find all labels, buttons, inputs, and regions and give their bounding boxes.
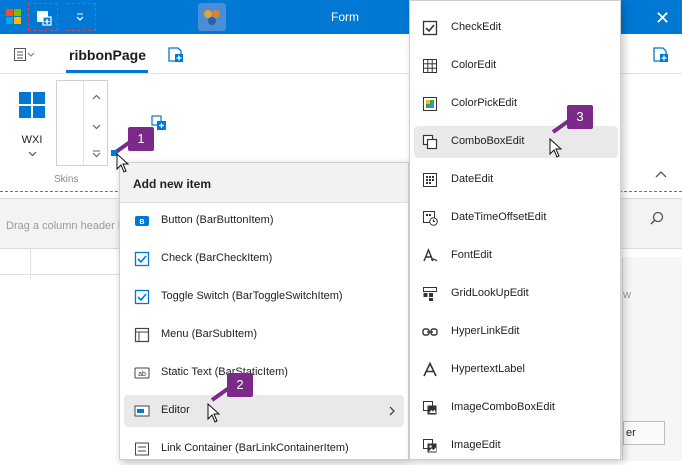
editor-submenu: CheckEdit ColorEdit ColorPickEdit ComboB… xyxy=(409,0,621,460)
gallery-scrollbar[interactable] xyxy=(83,81,108,165)
submenu-item-imageedit[interactable]: ImageEdit xyxy=(414,430,618,462)
submenu-item-checkedit[interactable]: CheckEdit xyxy=(414,12,618,44)
color-grid-icon xyxy=(422,58,438,74)
search-icon[interactable] xyxy=(650,211,664,228)
menu-item-label: Button (BarButtonItem) xyxy=(161,214,274,226)
window-title: Form xyxy=(331,10,359,24)
skin-button[interactable]: WXI xyxy=(10,88,54,158)
button-icon: B xyxy=(134,213,150,229)
checkbox-icon xyxy=(422,20,438,36)
menu-item-link-container[interactable]: Link Container (BarLinkContainerItem) xyxy=(124,433,404,465)
quick-access-add-button[interactable] xyxy=(28,3,58,31)
menu-item-label: Toggle Switch (BarToggleSwitchItem) xyxy=(161,290,343,302)
submenu-item-label: DateEdit xyxy=(451,173,494,185)
side-panel: w er xyxy=(622,257,682,461)
editor-icon xyxy=(134,403,150,419)
quick-access-customize-button[interactable] xyxy=(66,3,96,31)
svg-text:ab: ab xyxy=(138,371,146,378)
submenu-item-comboboxedit[interactable]: ComboBoxEdit xyxy=(414,126,618,158)
hypertext-icon xyxy=(422,361,438,378)
menu-header: Add new item xyxy=(120,163,408,203)
side-panel-button[interactable]: er xyxy=(623,421,665,445)
submenu-item-label: CheckEdit xyxy=(451,21,502,33)
submenu-item-label: ImageComboBoxEdit xyxy=(451,401,555,413)
image-combobox-icon xyxy=(422,400,438,416)
submenu-item-label: HypertextLabel xyxy=(451,363,525,375)
mouse-cursor-icon xyxy=(116,152,130,173)
group-panel-hint: Drag a column header h xyxy=(6,220,125,232)
active-tab-indicator xyxy=(66,70,148,73)
side-panel-text: w xyxy=(623,289,631,301)
submenu-item-label: DateTimeOffsetEdit xyxy=(451,211,547,223)
menu-item-label: Menu (BarSubItem) xyxy=(161,328,257,340)
calendar-icon xyxy=(422,172,438,188)
submenu-item-label: ComboBoxEdit xyxy=(451,135,525,147)
add-page-right-icon[interactable] xyxy=(652,46,670,64)
menu-header-label: Add new item xyxy=(133,177,212,191)
submenu-icon xyxy=(134,327,150,343)
submenu-item-label: ImageEdit xyxy=(451,439,501,451)
scroll-down-icon[interactable] xyxy=(92,121,101,133)
windows-logo-icon xyxy=(19,92,45,121)
callout-badge-1: 1 xyxy=(128,127,154,151)
image-icon xyxy=(422,438,438,454)
checkbox-icon xyxy=(134,289,150,305)
submenu-item-hyperlinkedit[interactable]: HyperLinkEdit xyxy=(414,316,618,348)
submenu-item-label: ColorPickEdit xyxy=(451,97,518,109)
chevron-down-icon xyxy=(28,148,37,160)
scroll-up-icon[interactable] xyxy=(92,91,101,103)
add-page-icon[interactable] xyxy=(167,46,185,64)
combobox-icon xyxy=(422,134,438,150)
menu-item-label: Editor xyxy=(161,404,190,416)
designer-smart-tag-icon[interactable] xyxy=(198,3,226,31)
checkbox-icon xyxy=(134,251,150,267)
menu-item-label: Static Text (BarStaticItem) xyxy=(161,366,288,378)
submenu-item-imagecomboboxedit[interactable]: ImageComboBoxEdit xyxy=(414,392,618,424)
menu-item-editor[interactable]: Editor xyxy=(124,395,404,427)
svg-text:B: B xyxy=(139,219,144,226)
app-logo-icon xyxy=(6,9,22,25)
color-pick-icon xyxy=(422,96,438,112)
gallery-expand-icon[interactable] xyxy=(92,149,101,161)
submenu-item-datetimeoffsetedit[interactable]: DateTimeOffsetEdit xyxy=(414,202,618,234)
callout-badge-2: 2 xyxy=(227,373,253,397)
mouse-cursor-icon xyxy=(549,137,563,158)
static-text-icon: ab xyxy=(134,365,150,381)
submenu-item-coloredit[interactable]: ColorEdit xyxy=(414,50,618,82)
font-icon xyxy=(422,248,438,264)
close-icon[interactable]: ✕ xyxy=(655,8,670,29)
calendar-clock-icon xyxy=(422,210,438,226)
callout-badge-3: 3 xyxy=(567,105,593,129)
column-divider xyxy=(30,249,31,279)
menu-item-label: Link Container (BarLinkContainerItem) xyxy=(161,442,349,454)
submenu-item-label: GridLookUpEdit xyxy=(451,287,529,299)
submenu-item-dateedit[interactable]: DateEdit xyxy=(414,164,618,196)
app-menu-icon[interactable] xyxy=(14,48,36,62)
collapse-ribbon-icon[interactable] xyxy=(655,169,667,181)
hyperlink-icon xyxy=(422,324,438,340)
grid-lookup-icon xyxy=(422,286,438,302)
skins-gallery[interactable] xyxy=(56,80,108,166)
add-new-item-menu: Add new item B Button (BarButtonItem) Ch… xyxy=(119,162,409,460)
link-container-icon xyxy=(134,441,150,457)
submenu-item-fontedit[interactable]: FontEdit xyxy=(414,240,618,272)
menu-item-static-text[interactable]: ab Static Text (BarStaticItem) xyxy=(124,357,404,389)
side-panel-button-label: er xyxy=(626,427,636,439)
menu-item-check[interactable]: Check (BarCheckItem) xyxy=(124,243,404,275)
chevron-right-icon xyxy=(389,406,395,419)
submenu-item-label: ColorEdit xyxy=(451,59,497,71)
menu-item-menu[interactable]: Menu (BarSubItem) xyxy=(124,319,404,351)
skin-button-label: WXI xyxy=(21,134,43,146)
menu-item-toggle-switch[interactable]: Toggle Switch (BarToggleSwitchItem) xyxy=(124,281,404,313)
submenu-item-label: HyperLinkEdit xyxy=(451,325,520,337)
menu-item-label: Check (BarCheckItem) xyxy=(161,252,273,264)
ribbon-group-label: Skins xyxy=(54,174,79,185)
mouse-cursor-icon xyxy=(207,402,221,423)
tab-ribbon-page[interactable]: ribbonPage xyxy=(69,47,146,63)
menu-item-button[interactable]: B Button (BarButtonItem) xyxy=(124,205,404,237)
submenu-item-hypertextlabel[interactable]: HypertextLabel xyxy=(414,354,618,386)
submenu-item-label: FontEdit xyxy=(451,249,492,261)
submenu-item-gridlookupedit[interactable]: GridLookUpEdit xyxy=(414,278,618,310)
